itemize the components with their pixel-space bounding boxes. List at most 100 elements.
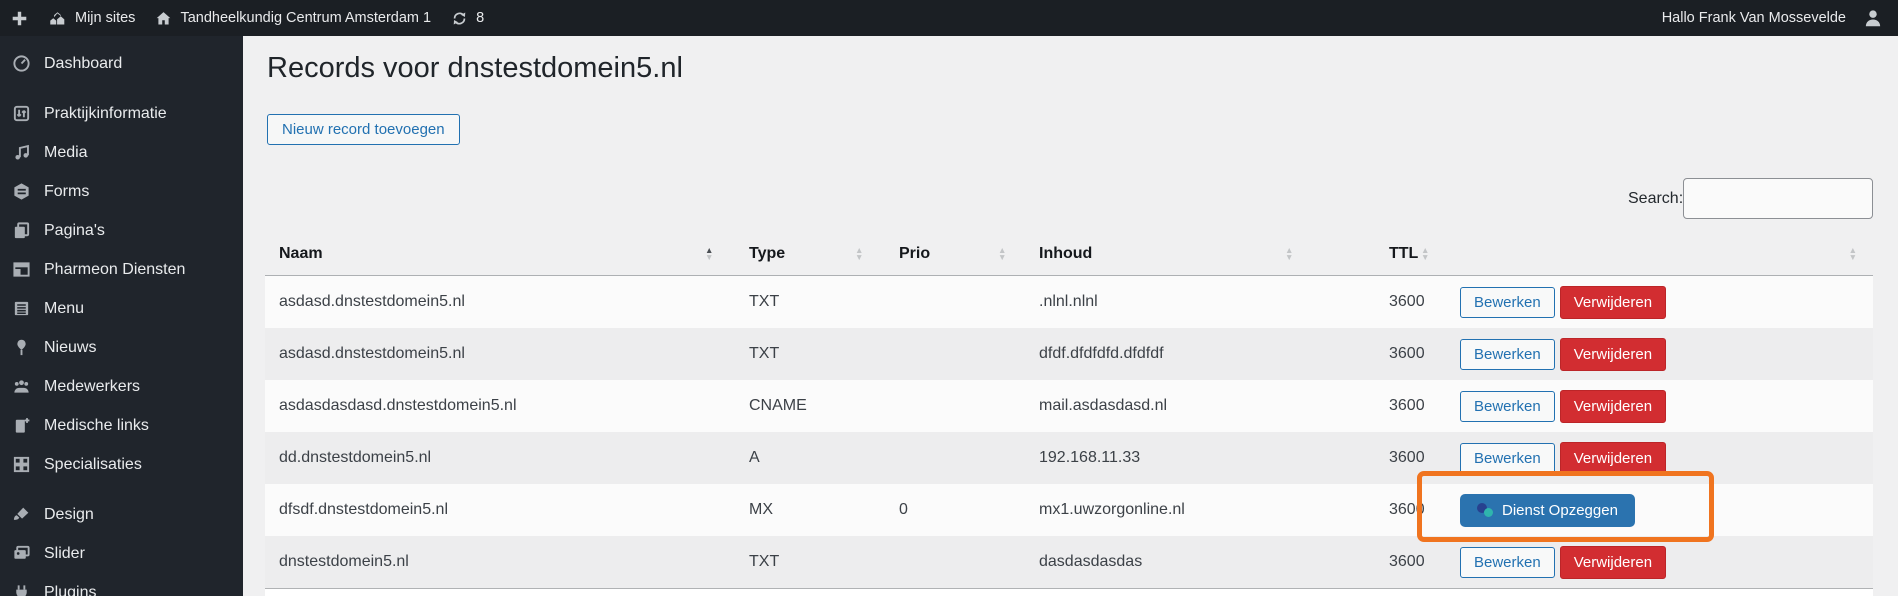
user-avatar[interactable] bbox=[1852, 0, 1898, 36]
cell-naam: dd.dnstestdomein5.nl bbox=[265, 432, 735, 484]
table-header-row: Naam ▲▼ Type ▲▼ Prio ▲▼ Inhoud ▲▼ TTL bbox=[265, 232, 1873, 276]
account-menu[interactable]: Hallo Frank Van Mossevelde bbox=[1652, 0, 1852, 36]
column-header-prio[interactable]: Prio ▲▼ bbox=[885, 232, 1025, 275]
sidebar-item-slider[interactable]: Slider bbox=[0, 534, 243, 573]
cell-inhoud: .nlnl.nlnl bbox=[1025, 276, 1375, 328]
cell-naam: asdasd.dnstestdomein5.nl bbox=[265, 276, 735, 328]
delete-button[interactable]: Verwijderen bbox=[1560, 390, 1666, 423]
sliders-icon bbox=[12, 104, 31, 123]
sidebar-item-menu[interactable]: Menu bbox=[0, 289, 243, 328]
sidebar-item-specialisaties[interactable]: Specialisaties bbox=[0, 445, 243, 484]
user-avatar-icon bbox=[1862, 7, 1884, 29]
sort-arrows-icon: ▲▼ bbox=[1421, 247, 1429, 261]
cell-naam: asdasdasdasd.dnstestdomein5.nl bbox=[265, 380, 735, 432]
cell-actions: BewerkenVerwijderen bbox=[1460, 432, 1873, 484]
delete-button[interactable]: Verwijderen bbox=[1560, 546, 1666, 579]
users-group-icon bbox=[12, 377, 31, 396]
search-label: Search: bbox=[1628, 190, 1678, 208]
cell-type: MX bbox=[735, 484, 885, 536]
menu-list-icon bbox=[12, 299, 31, 318]
sidebar-item-nieuws[interactable]: Nieuws bbox=[0, 328, 243, 367]
cell-type: A bbox=[735, 432, 885, 484]
sort-arrows-icon: ▲▼ bbox=[855, 247, 863, 261]
page-title: Records voor dnstestdomein5.nl bbox=[267, 52, 683, 85]
site-logo-button[interactable] bbox=[0, 0, 38, 36]
cell-ttl: 3600 bbox=[1375, 432, 1460, 484]
main-content: Records voor dnstestdomein5.nl Nieuw rec… bbox=[243, 36, 1898, 596]
sidebar-item-medische-links[interactable]: Medische links bbox=[0, 406, 243, 445]
pushpin-icon bbox=[12, 338, 31, 357]
hexagon-forms-icon bbox=[12, 182, 31, 201]
delete-button[interactable]: Verwijderen bbox=[1560, 338, 1666, 371]
paintbrush-icon bbox=[12, 505, 31, 524]
pharmeon-logo-icon bbox=[1477, 502, 1493, 518]
sidebar-item-paginas[interactable]: Pagina's bbox=[0, 211, 243, 250]
edit-button[interactable]: Bewerken bbox=[1460, 391, 1555, 422]
sidebar: Dashboard Praktijkinformatie Media Forms bbox=[0, 36, 243, 596]
delete-button[interactable]: Verwijderen bbox=[1560, 442, 1666, 475]
cell-ttl: 3600 bbox=[1375, 328, 1460, 380]
sidebar-item-design[interactable]: Design bbox=[0, 495, 243, 534]
add-record-button[interactable]: Nieuw record toevoegen bbox=[267, 114, 460, 145]
edit-button[interactable]: Bewerken bbox=[1460, 339, 1555, 370]
table-row: asdasd.dnstestdomein5.nlTXT.nlnl.nlnl360… bbox=[265, 276, 1873, 328]
wordpress-admin-page: Mijn sites Tandheelkundig Centrum Amster… bbox=[0, 0, 1898, 596]
updates-menu[interactable]: 8 bbox=[441, 0, 494, 36]
table-search: Search: bbox=[1628, 178, 1873, 219]
cell-actions: BewerkenVerwijderen bbox=[1460, 276, 1873, 328]
cell-prio bbox=[885, 380, 1025, 432]
cell-type: TXT bbox=[735, 536, 885, 588]
page-plus-icon bbox=[12, 416, 31, 435]
column-header-ttl[interactable]: TTL ▲▼ bbox=[1375, 232, 1460, 275]
sidebar-item-pharmeon-diensten[interactable]: Pharmeon Diensten bbox=[0, 250, 243, 289]
cell-inhoud: 192.168.11.33 bbox=[1025, 432, 1375, 484]
table-row: asdasd.dnstestdomein5.nlTXTdfdf.dfdfdfd.… bbox=[265, 328, 1873, 380]
cell-ttl: 3600 bbox=[1375, 536, 1460, 588]
edit-button[interactable]: Bewerken bbox=[1460, 287, 1555, 318]
sidebar-item-dashboard[interactable]: Dashboard bbox=[0, 44, 243, 83]
sidebar-item-forms[interactable]: Forms bbox=[0, 172, 243, 211]
sidebar-item-media[interactable]: Media bbox=[0, 133, 243, 172]
cell-actions: BewerkenVerwijderen bbox=[1460, 536, 1873, 588]
edit-button[interactable]: Bewerken bbox=[1460, 547, 1555, 578]
site-name-label: Tandheelkundig Centrum Amsterdam 1 bbox=[180, 10, 431, 26]
images-stack-icon bbox=[12, 544, 31, 563]
grid-icon bbox=[12, 455, 31, 474]
cell-actions: BewerkenVerwijderen bbox=[1460, 380, 1873, 432]
cell-naam: dnstestdomein5.nl bbox=[265, 536, 735, 588]
delete-button[interactable]: Verwijderen bbox=[1560, 286, 1666, 319]
sort-arrows-icon: ▲▼ bbox=[998, 247, 1006, 261]
multisite-houses-icon bbox=[48, 10, 67, 27]
dns-records-table: Naam ▲▼ Type ▲▼ Prio ▲▼ Inhoud ▲▼ TTL bbox=[265, 232, 1873, 596]
cancel-service-button[interactable]: Dienst Opzeggen bbox=[1460, 494, 1635, 527]
column-header-naam[interactable]: Naam ▲▼ bbox=[265, 232, 735, 275]
cell-type: TXT bbox=[735, 276, 885, 328]
sidebar-item-praktijkinformatie[interactable]: Praktijkinformatie bbox=[0, 94, 243, 133]
cell-actions: Dienst Opzeggen bbox=[1460, 484, 1873, 536]
sidebar-item-plugins[interactable]: Plugins bbox=[0, 573, 243, 596]
my-sites-menu[interactable]: Mijn sites bbox=[38, 0, 145, 36]
table-body: asdasd.dnstestdomein5.nlTXT.nlnl.nlnl360… bbox=[265, 276, 1873, 588]
cell-prio: 0 bbox=[885, 484, 1025, 536]
cell-type: CNAME bbox=[735, 380, 885, 432]
sidebar-item-medewerkers[interactable]: Medewerkers bbox=[0, 367, 243, 406]
column-header-inhoud[interactable]: Inhoud ▲▼ bbox=[1025, 232, 1375, 275]
sort-arrows-icon: ▲▼ bbox=[1849, 247, 1857, 261]
cell-naam: asdasd.dnstestdomein5.nl bbox=[265, 328, 735, 380]
cell-inhoud: mail.asdasdasd.nl bbox=[1025, 380, 1375, 432]
cell-ttl: 3600 bbox=[1375, 484, 1460, 536]
pages-icon bbox=[12, 221, 31, 240]
current-site-menu[interactable]: Tandheelkundig Centrum Amsterdam 1 bbox=[145, 0, 441, 36]
cell-actions: BewerkenVerwijderen bbox=[1460, 328, 1873, 380]
updates-count: 8 bbox=[476, 10, 484, 26]
my-sites-label: Mijn sites bbox=[75, 10, 135, 26]
cell-inhoud: dasdasdasdas bbox=[1025, 536, 1375, 588]
cell-naam: dfsdf.dnstestdomein5.nl bbox=[265, 484, 735, 536]
search-input[interactable] bbox=[1683, 178, 1873, 219]
edit-button[interactable]: Bewerken bbox=[1460, 443, 1555, 474]
column-header-actions[interactable]: ▲▼ bbox=[1460, 232, 1873, 275]
cell-ttl: 3600 bbox=[1375, 380, 1460, 432]
column-header-type[interactable]: Type ▲▼ bbox=[735, 232, 885, 275]
cell-prio bbox=[885, 276, 1025, 328]
table-row: dnstestdomein5.nlTXT dasdasdasdas3600Bewe… bbox=[265, 536, 1873, 588]
